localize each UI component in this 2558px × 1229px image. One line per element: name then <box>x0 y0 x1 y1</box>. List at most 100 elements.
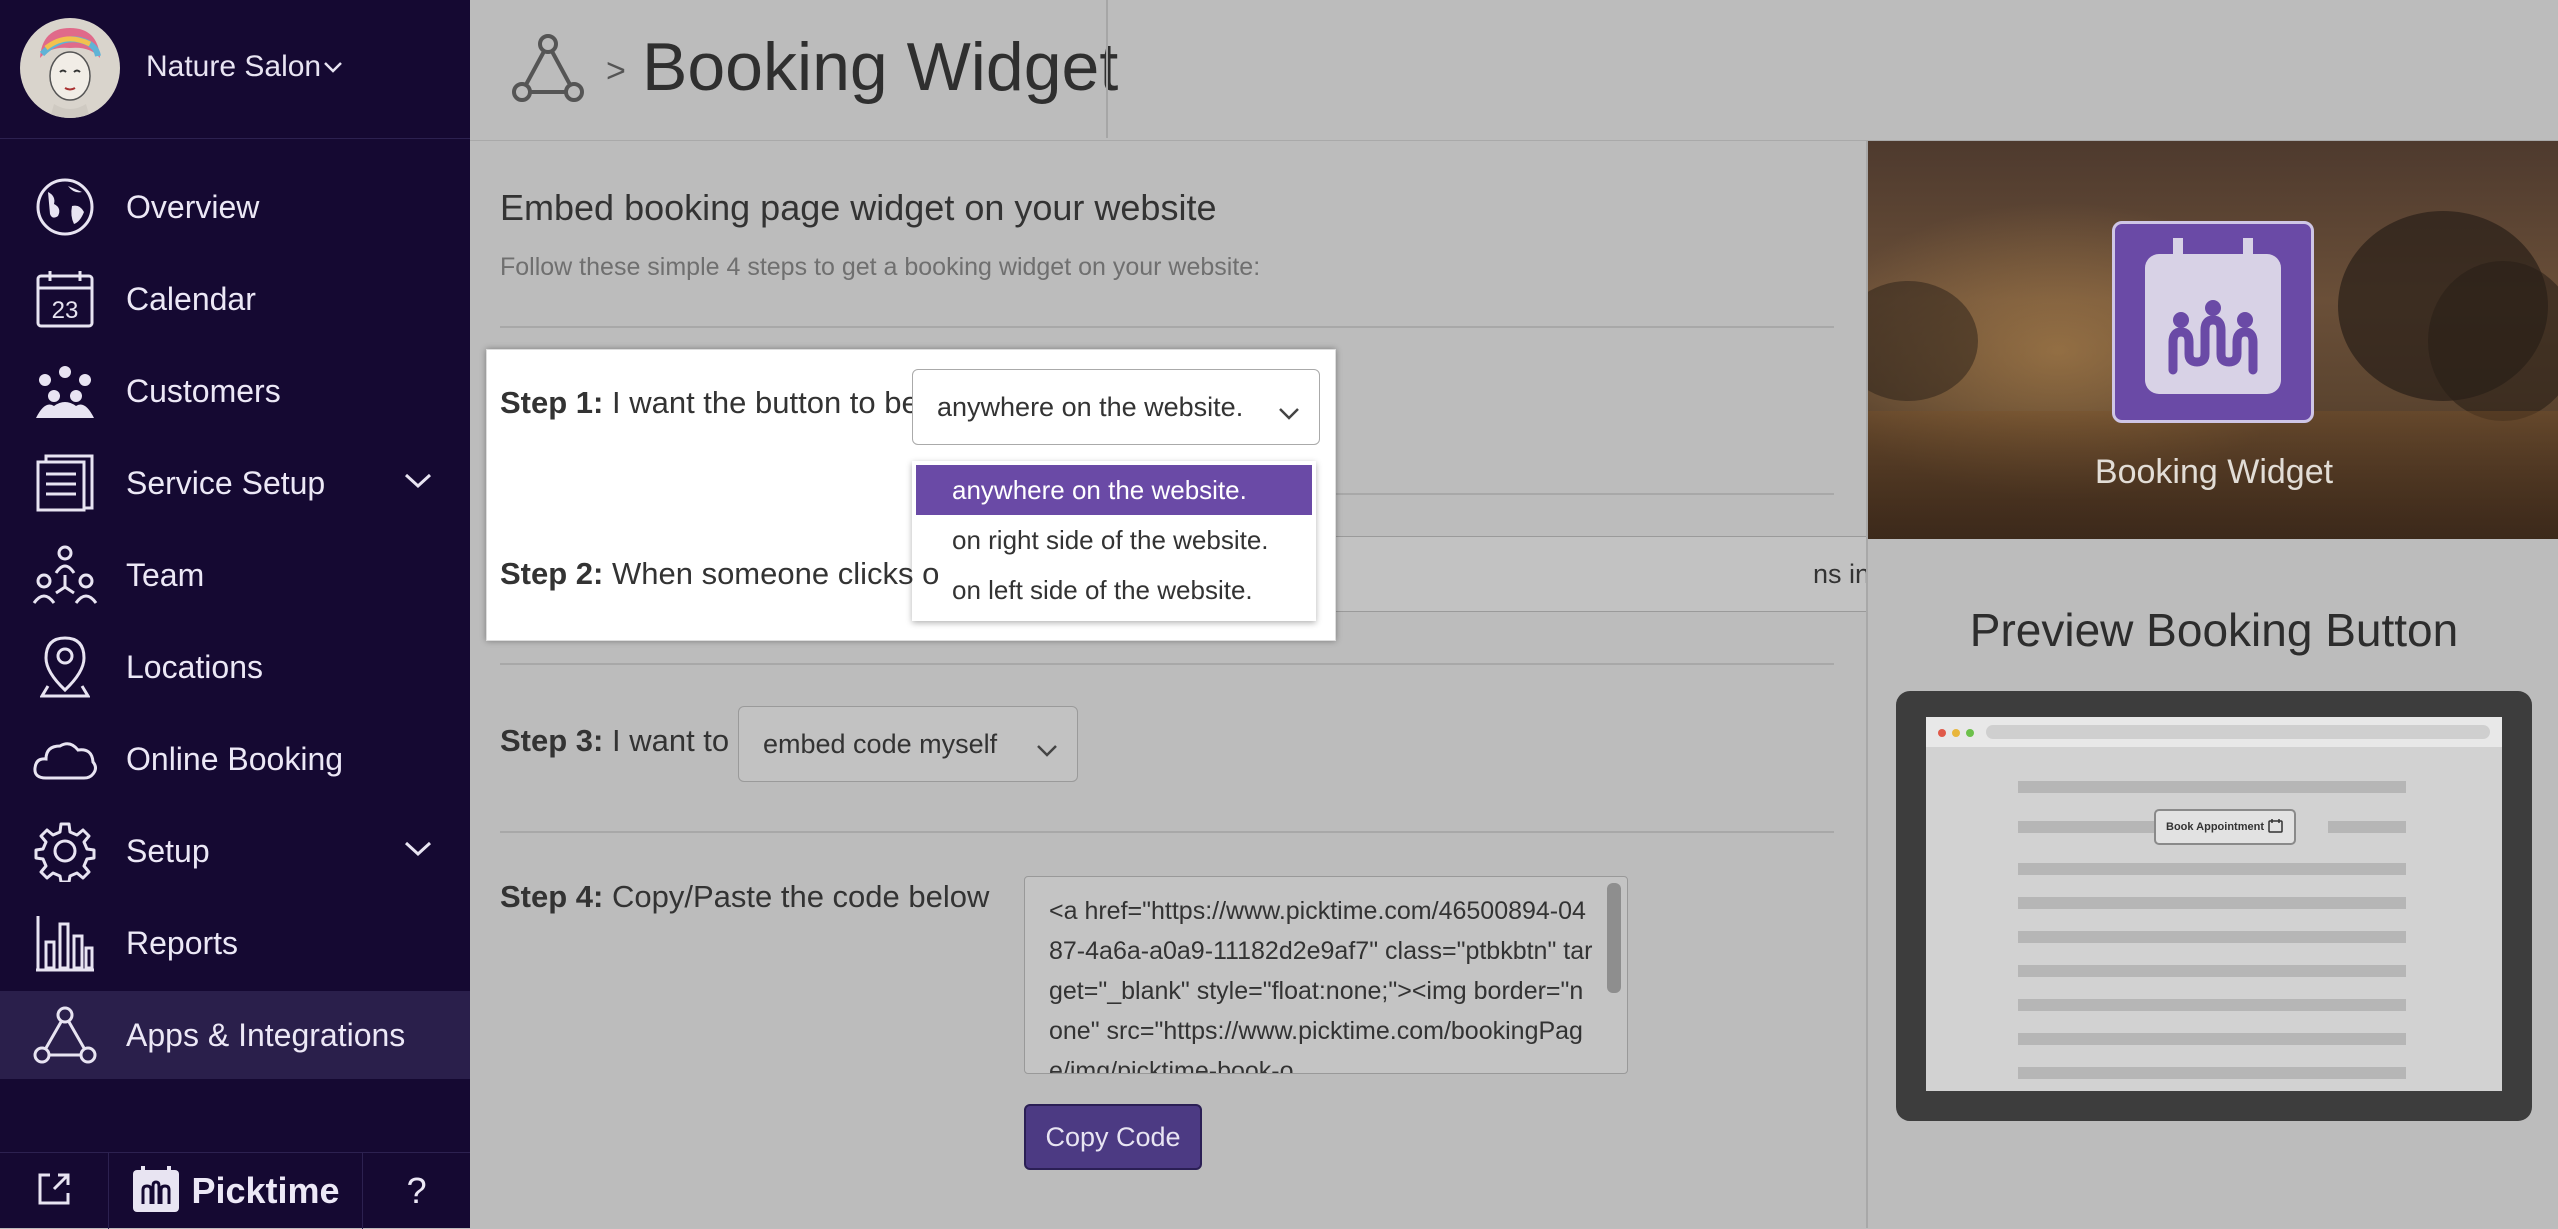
globe-icon <box>30 172 100 242</box>
step2-number: Step 2: <box>500 556 604 591</box>
calendar-icon <box>2268 818 2284 837</box>
sidebar-item-locations[interactable]: Locations <box>0 623 470 711</box>
help-icon: ? <box>406 1170 427 1211</box>
profile-header[interactable]: Nature Salon <box>0 0 470 139</box>
sidebar-item-overview[interactable]: Overview <box>0 163 470 251</box>
sidebar-item-service-setup[interactable]: Service Setup <box>0 439 470 527</box>
services-icon <box>30 448 100 518</box>
step3-label: Step 3: I want to : <box>500 723 746 759</box>
step2-label-overlay: Step 2: When someone clicks o <box>500 556 939 592</box>
sidebar-item-calendar[interactable]: 23 Calendar <box>0 255 470 343</box>
external-link-button[interactable] <box>0 1153 109 1229</box>
team-icon <box>30 540 100 610</box>
hero-banner: Booking Widget <box>1868 141 2558 539</box>
step3-text: I want to : <box>603 723 747 758</box>
sidebar-item-label: Locations <box>126 648 263 685</box>
divider <box>500 663 1834 665</box>
preview-screen: Book Appointment <box>1926 717 2502 1091</box>
placeholder-line <box>2018 821 2158 833</box>
integrations-icon <box>30 1000 100 1070</box>
sidebar-item-label: Reports <box>126 924 239 961</box>
divider <box>500 831 1834 833</box>
step1-select-value: anywhere on the website. <box>937 391 1244 422</box>
placeholder-line <box>2018 931 2406 943</box>
sidebar-item-label: Overview <box>126 188 260 225</box>
step4-text: Copy/Paste the code below <box>603 879 990 914</box>
chevron-down-icon[interactable] <box>402 470 434 497</box>
url-bar <box>1986 725 2490 739</box>
embed-code-textarea[interactable]: <a href="https://www.picktime.com/465008… <box>1024 876 1628 1074</box>
embed-code-text: <a href="https://www.picktime.com/465008… <box>1049 897 1593 1074</box>
gear-icon <box>30 816 100 886</box>
browser-bar <box>1926 717 2502 747</box>
sidebar-footer: Picktime ? <box>0 1152 470 1229</box>
chevron-down-icon <box>1035 735 1059 766</box>
step1-number: Step 1: <box>500 385 604 420</box>
placeholder-line <box>2018 897 2406 909</box>
divider <box>500 326 1834 328</box>
preview-title: Preview Booking Button <box>1969 604 2459 656</box>
header-divider <box>1106 0 1108 138</box>
laptop-preview: Book Appointment <box>1896 691 2532 1121</box>
help-button[interactable]: ? <box>363 1153 470 1229</box>
step1-label: Step 1: I want the button to be <box>500 385 919 421</box>
step1-text: I want the button to be <box>603 385 919 420</box>
placeholder-line <box>2328 821 2406 833</box>
sidebar-item-setup[interactable]: Setup <box>0 807 470 895</box>
step3-number: Step 3: <box>500 723 604 758</box>
customers-icon <box>30 356 100 426</box>
sidebar-item-label: Online Booking <box>126 740 344 777</box>
placeholder-line <box>2018 1067 2406 1079</box>
chevron-down-icon[interactable] <box>322 56 344 83</box>
external-link-icon <box>34 1169 74 1214</box>
window-dot-green <box>1966 729 1974 737</box>
page-title: Booking Widget <box>642 29 1119 105</box>
bar-chart-icon <box>30 908 100 978</box>
chevron-down-icon[interactable] <box>402 838 434 865</box>
window-dot-yellow <box>1952 729 1960 737</box>
placeholder-line <box>2018 863 2406 875</box>
sidebar-item-customers[interactable]: Customers <box>0 347 470 435</box>
sidebar-item-online-booking[interactable]: Online Booking <box>0 715 470 803</box>
preview-book-appointment-label: Book Appointment <box>2166 821 2264 833</box>
location-pin-icon <box>30 632 100 702</box>
preview-panel: Booking Widget Preview Booking Button Bo… <box>1866 141 2558 1228</box>
hero-caption: Booking Widget <box>2094 453 2334 491</box>
avatar[interactable] <box>20 18 120 118</box>
picktime-logo[interactable]: Picktime <box>109 1153 364 1229</box>
preview-book-appointment-button[interactable]: Book Appointment <box>2154 809 2296 845</box>
integrations-icon[interactable] <box>510 32 586 109</box>
section-subheading: Follow these simple 4 steps to get a boo… <box>500 253 1261 281</box>
sidebar-item-apps-integrations[interactable]: Apps & Integrations <box>0 991 470 1079</box>
sidebar-item-label: Service Setup <box>126 464 326 501</box>
textarea-scrollbar[interactable] <box>1607 883 1621 993</box>
salon-name[interactable]: Nature Salon <box>146 50 321 84</box>
sidebar-item-label: Apps & Integrations <box>126 1016 406 1053</box>
dropdown-option-left[interactable]: on left side of the website. <box>916 565 1312 615</box>
placeholder-line <box>2018 1033 2406 1045</box>
step3-select[interactable]: embed code myself <box>738 706 1078 782</box>
picktime-logo-icon <box>131 1164 181 1219</box>
placeholder-line <box>2018 781 2406 793</box>
sidebar-item-label: Setup <box>126 832 210 869</box>
chevron-down-icon <box>1277 398 1301 429</box>
step4-label: Step 4: Copy/Paste the code below <box>500 879 989 915</box>
sidebar: Nature Salon Overview 23 Calendar Custom… <box>0 0 470 1229</box>
section-heading: Embed booking page widget on your websit… <box>500 187 1217 228</box>
main-content: Embed booking page widget on your websit… <box>470 141 2028 1228</box>
sidebar-item-reports[interactable]: Reports <box>0 899 470 987</box>
copy-code-button[interactable]: Copy Code <box>1024 1104 1202 1170</box>
cloud-icon <box>30 724 100 794</box>
sidebar-item-team[interactable]: Team <box>0 531 470 619</box>
sidebar-item-label: Team <box>126 556 205 593</box>
breadcrumb-separator: > <box>606 52 626 90</box>
calendar-icon: 23 <box>30 264 100 334</box>
calendar-day-number: 23 <box>52 297 79 324</box>
page-header: > Booking Widget <box>470 0 2558 141</box>
step3-select-value: embed code myself <box>763 728 998 759</box>
placeholder-line <box>2018 999 2406 1011</box>
dropdown-option-right[interactable]: on right side of the website. <box>916 515 1312 565</box>
window-dot-red <box>1938 729 1946 737</box>
dropdown-option-anywhere[interactable]: anywhere on the website. <box>916 465 1312 515</box>
step1-select[interactable]: anywhere on the website. <box>912 369 1320 445</box>
